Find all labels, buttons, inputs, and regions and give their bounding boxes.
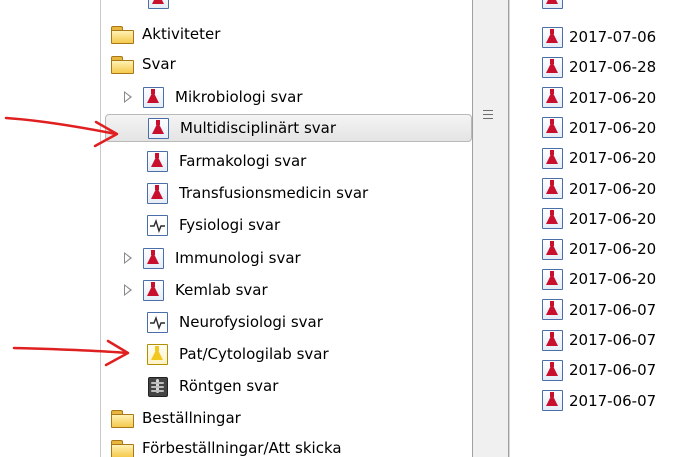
tree-item-fysiologi[interactable]: Fysiologi svar [147, 211, 280, 239]
tree-item-svar[interactable]: Svar [110, 50, 176, 78]
pulse-icon [147, 311, 168, 333]
list-item[interactable]: 2017-06-20 [510, 85, 656, 111]
pulse-icon [147, 214, 168, 236]
folder-icon [110, 409, 134, 428]
tree-item-transfusionsmedicin[interactable]: Transfusionsmedicin svar [147, 179, 368, 207]
tree-item-mikrobiologi[interactable]: Mikrobiologi svar [124, 83, 303, 111]
lab-result-icon [143, 279, 164, 301]
tree-item-label: Neurofysiologi svar [179, 313, 323, 331]
list-item[interactable]: 2017-06-07 [510, 388, 656, 414]
list-item-date: 2017-06-28 [569, 58, 657, 77]
tree-item-label: Transfusionsmedicin svar [179, 184, 369, 202]
list-item[interactable]: 2017-07-06 [510, 24, 656, 50]
list-item-date: 2017-06-07 [569, 391, 657, 410]
tree-item-forbestallningar[interactable]: Förbeställningar/Att skicka [110, 434, 342, 457]
list-item[interactable]: 2017-06-20 [510, 236, 656, 262]
list-item[interactable]: 2017-06-20 [510, 145, 656, 171]
tree-item-multidisciplinart[interactable]: Multidisciplinärt svar [105, 114, 472, 142]
list-item-date: 2017-06-20 [569, 179, 657, 198]
list-item[interactable]: 2017-06-20 [510, 206, 656, 232]
tree-item-label: Pat/Cytologilab svar [179, 345, 329, 363]
tree-item-kemlab[interactable]: Kemlab svar [124, 276, 268, 304]
red-arrow-annotation [4, 116, 119, 148]
navigation-tree[interactable]: Aktiviteter Svar Mikrobiologi svar Multi… [100, 0, 473, 457]
left-margin [0, 0, 100, 457]
list-item[interactable]: 2017-06-07 [510, 357, 656, 383]
pane-splitter[interactable] [472, 0, 509, 457]
list-item[interactable]: 2017-06-20 [510, 115, 656, 141]
expand-arrow-icon[interactable] [124, 91, 132, 103]
list-item-date: 2017-06-07 [569, 300, 657, 319]
tree-item-aktiviteter[interactable]: Aktiviteter [110, 20, 220, 48]
tree-item-farmakologi[interactable]: Farmakologi svar [147, 147, 306, 175]
tree-item-immunologi[interactable]: Immunologi svar [124, 244, 301, 272]
lab-result-icon [148, 117, 169, 139]
lab-result-icon [542, 299, 563, 321]
folder-icon [110, 55, 134, 74]
tree-item-bestallningar[interactable]: Beställningar [110, 404, 241, 432]
list-item[interactable]: 2017-06-20 [510, 176, 656, 202]
list-item[interactable]: 2017-06-28 [510, 54, 656, 80]
tree-item-label: Beställningar [142, 409, 241, 427]
tree-item-label: Svar [142, 55, 176, 73]
list-item-date: 2017-06-07 [569, 331, 657, 349]
lab-result-icon [542, 87, 563, 109]
results-list[interactable]: 2017-07-06 2017-06-28 2017-06-20 2017-06-20… [509, 0, 689, 457]
list-item-date: 2017-07-06 [569, 28, 657, 46]
list-item-date: 2017-06-20 [569, 149, 657, 168]
list-item[interactable]: 2017-06-07 [510, 297, 656, 323]
expand-arrow-icon[interactable] [124, 284, 132, 296]
lab-result-icon [542, 56, 563, 78]
partial-lab-icon [542, 0, 574, 9]
lab-result-icon [542, 208, 563, 230]
list-item-date: 2017-06-20 [569, 240, 657, 259]
list-item-date: 2017-06-07 [569, 361, 657, 380]
lab-result-icon [542, 117, 563, 139]
lab-result-icon [143, 86, 164, 108]
yellow-lab-icon [147, 343, 168, 365]
splitter-grip-icon[interactable] [483, 110, 493, 122]
lab-result-icon [147, 182, 168, 204]
tree-item-pat-cytologilab[interactable]: Pat/Cytologilab svar [147, 340, 329, 368]
tree-item-label: Multidisciplinärt svar [180, 119, 337, 137]
red-arrow-annotation [12, 339, 130, 367]
tree-item-label: Röntgen svar [179, 377, 279, 395]
lab-result-icon [542, 26, 563, 48]
tree-item-label: Mikrobiologi svar [175, 88, 303, 106]
tree-item-label: Immunologi svar [175, 249, 301, 267]
list-item-date: 2017-06-20 [569, 270, 657, 289]
partial-lab-icon [148, 0, 180, 9]
tree-item-label: Farmakologi svar [179, 152, 307, 170]
lab-result-icon [542, 238, 563, 260]
lab-result-icon [147, 150, 168, 172]
lab-result-icon [143, 247, 164, 269]
tree-item-label: Fysiologi svar [179, 216, 281, 234]
tree-item-label: Aktiviteter [142, 25, 221, 43]
list-item[interactable]: 2017-06-20 [510, 266, 656, 292]
lab-result-icon [542, 268, 563, 290]
lab-result-icon [542, 359, 563, 381]
lab-result-icon [542, 147, 563, 169]
tree-item-rontgen[interactable]: Röntgen svar [147, 372, 278, 400]
expand-arrow-icon[interactable] [124, 252, 132, 264]
xray-icon [147, 376, 168, 397]
list-item-date: 2017-06-20 [569, 209, 657, 228]
folder-icon [110, 439, 134, 457]
lab-result-icon [542, 329, 563, 351]
tree-item-label: Förbeställningar/Att skicka [142, 439, 342, 457]
lab-result-icon [542, 178, 563, 199]
lab-result-icon [542, 390, 563, 412]
list-item[interactable]: 2017-06-07 [510, 327, 656, 353]
tree-item-neurofysiologi[interactable]: Neurofysiologi svar [147, 308, 323, 336]
folder-icon [110, 25, 134, 44]
tree-item-label: Kemlab svar [175, 281, 268, 299]
list-item-date: 2017-06-20 [569, 88, 657, 107]
list-item-date: 2017-06-20 [569, 118, 657, 137]
